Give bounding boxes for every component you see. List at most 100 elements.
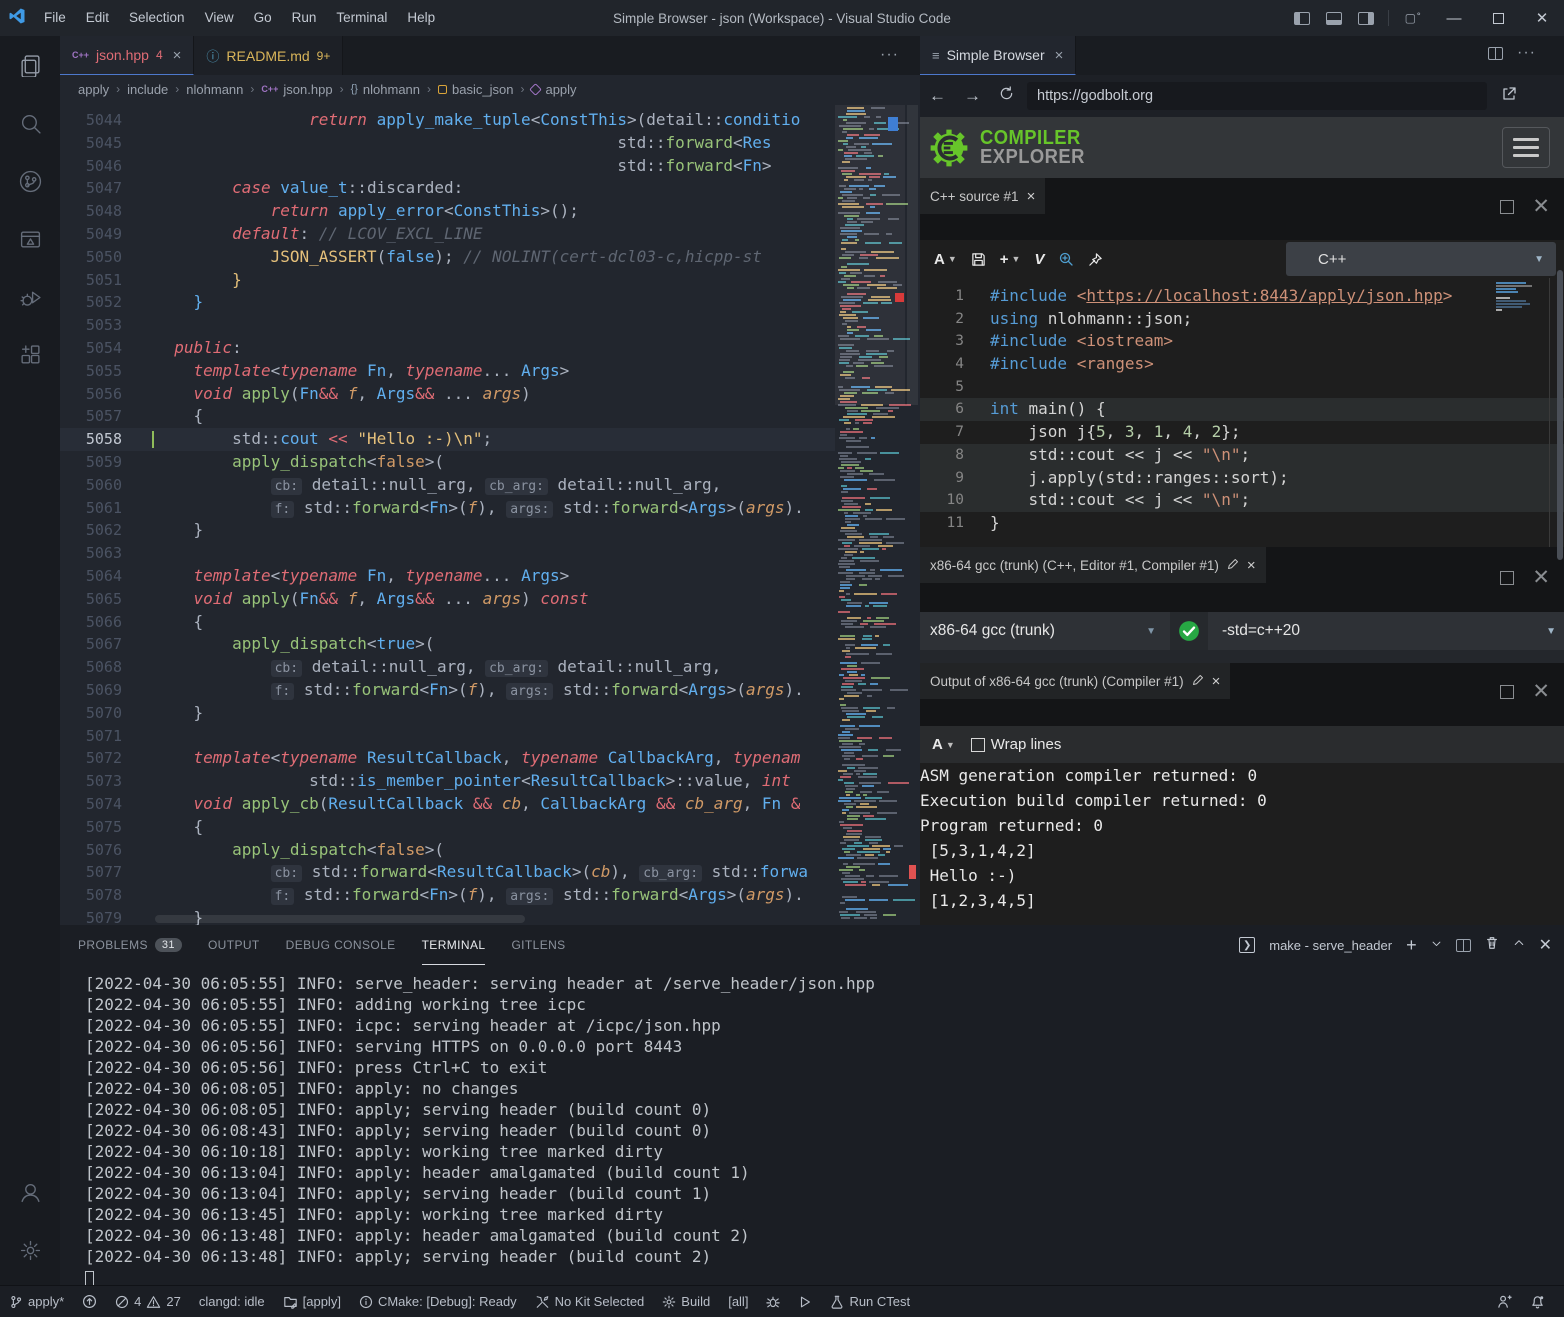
code-line-5073[interactable]: 5073 std::is_member_pointer<ResultCallba… <box>60 770 835 793</box>
compiler-pane-tab[interactable]: x86-64 gcc (trunk) (C++, Editor #1, Comp… <box>920 547 1266 583</box>
panel-tab-terminal[interactable]: TERMINAL <box>422 925 486 965</box>
customize-layout-icon[interactable]: ▢˚ <box>1405 11 1422 25</box>
tab-simple-browser[interactable]: ≡ Simple Browser × <box>920 36 1076 75</box>
build-button[interactable]: Build <box>662 1294 710 1309</box>
code-line-5065[interactable]: 5065 void apply(Fn&& f, Args&& ... args)… <box>60 588 835 611</box>
source-pane-tab[interactable]: C++ source #1 × <box>920 178 1045 214</box>
code-line-5055[interactable]: 5055 template<typename Fn, typename... A… <box>60 360 835 383</box>
save-icon[interactable] <box>971 252 986 267</box>
godbolt-line-1[interactable]: 1#include <https://localhost:8443/apply/… <box>920 285 1564 308</box>
code-line-5070[interactable]: 5070 } <box>60 702 835 725</box>
add-pane-button[interactable]: +▼ <box>1000 251 1021 268</box>
panel-tab-problems[interactable]: PROBLEMS31 <box>78 925 182 965</box>
publish-changes-icon[interactable] <box>82 1294 97 1309</box>
godbolt-line-11[interactable]: 11} <box>920 512 1564 535</box>
editor-more-actions[interactable]: ··· <box>880 46 899 64</box>
menu-go[interactable]: Go <box>244 0 282 36</box>
code-line-5052[interactable]: 5052 } <box>60 291 835 314</box>
breadcrumb[interactable]: apply›include›nlohmann›C++json.hpp›{}nlo… <box>60 75 920 103</box>
language-select[interactable]: C++ ▼ <box>1286 242 1556 276</box>
minimize-button[interactable]: — <box>1432 0 1476 36</box>
code-line-5048[interactable]: 5048 return apply_error<ConstThis>(); <box>60 200 835 223</box>
output-font-size-button[interactable]: A▼ <box>932 736 955 753</box>
code-line-5046[interactable]: 5046 std::forward<Fn> <box>60 155 835 178</box>
toggle-secondary-sidebar-icon[interactable] <box>1358 12 1374 25</box>
clangd-status[interactable]: clangd: idle <box>199 1294 265 1309</box>
godbolt-source-editor[interactable]: 1#include <https://localhost:8443/apply/… <box>920 278 1564 547</box>
menu-selection[interactable]: Selection <box>119 0 195 36</box>
wrap-lines-checkbox[interactable] <box>971 738 985 752</box>
zoom-search-icon[interactable] <box>1058 251 1074 267</box>
breadcrumb-item-nlohmann[interactable]: {}nlohmann <box>351 82 420 97</box>
close-button[interactable]: ✕ <box>1520 0 1564 36</box>
maximize-pane-icon[interactable] <box>1500 685 1514 699</box>
output-pane-tab[interactable]: Output of x86-64 gcc (trunk) (Compiler #… <box>920 663 1230 699</box>
source-control-icon[interactable] <box>0 152 60 210</box>
godbolt-line-6[interactable]: 6int main() { <box>920 398 1564 421</box>
editor-horizontal-scrollbar[interactable] <box>155 915 525 923</box>
code-line-5078[interactable]: 5078 f: std::forward<Fn>(f), args: std::… <box>60 884 835 907</box>
code-line-5050[interactable]: 5050 JSON_ASSERT(false); // NOLINT(cert-… <box>60 246 835 269</box>
code-line-5072[interactable]: 5072 template<typename ResultCallback, t… <box>60 747 835 770</box>
feedback-icon[interactable] <box>1497 1294 1512 1309</box>
code-line-5066[interactable]: 5066 { <box>60 611 835 634</box>
settings-gear-icon[interactable] <box>0 1221 60 1279</box>
maximize-panel-icon[interactable] <box>1513 936 1525 954</box>
terminal-dropdown-icon[interactable] <box>1431 936 1442 954</box>
code-line-5069[interactable]: 5069 f: std::forward<Fn>(f), args: std::… <box>60 679 835 702</box>
maximize-button[interactable] <box>1476 0 1520 36</box>
rename-pane-icon[interactable] <box>1192 674 1204 689</box>
code-line-5076[interactable]: 5076 apply_dispatch<false>( <box>60 839 835 862</box>
godbolt-scrollbar[interactable] <box>1549 278 1550 547</box>
browser-scrollbar[interactable] <box>1557 270 1563 560</box>
hamburger-menu-icon[interactable] <box>1502 127 1550 168</box>
godbolt-line-4[interactable]: 4#include <ranges> <box>920 353 1564 376</box>
close-tab-icon[interactable]: × <box>173 47 182 64</box>
extensions-icon[interactable] <box>0 326 60 384</box>
godbolt-line-8[interactable]: 8 std::cout << j << "\n"; <box>920 444 1564 467</box>
godbolt-line-2[interactable]: 2using nlohmann::json; <box>920 308 1564 331</box>
godbolt-line-5[interactable]: 5 <box>920 376 1564 399</box>
debug-icon[interactable] <box>0 268 60 326</box>
menu-file[interactable]: File <box>34 0 76 36</box>
menu-edit[interactable]: Edit <box>76 0 119 36</box>
maximize-pane-icon[interactable] <box>1500 571 1514 585</box>
code-line-5075[interactable]: 5075 { <box>60 816 835 839</box>
problems-status[interactable]: 4 27 <box>115 1294 181 1309</box>
code-line-5044[interactable]: 5044 return apply_make_tuple<ConstThis>(… <box>60 109 835 132</box>
code-line-5063[interactable]: 5063 <box>60 542 835 565</box>
code-line-5062[interactable]: 5062 } <box>60 519 835 542</box>
breadcrumb-item-apply[interactable]: apply <box>531 82 576 97</box>
close-pane-icon[interactable]: ✕ <box>1532 685 1550 699</box>
git-branch-status[interactable]: apply* <box>9 1294 64 1309</box>
more-actions-icon[interactable]: ··· <box>1517 44 1536 62</box>
code-line-5059[interactable]: 5059 apply_dispatch<false>( <box>60 451 835 474</box>
close-tab-icon[interactable]: × <box>1055 47 1064 64</box>
kit-selection-status[interactable]: No Kit Selected <box>535 1294 645 1309</box>
build-target[interactable]: [all] <box>728 1294 748 1309</box>
code-line-5071[interactable]: 5071 <box>60 725 835 748</box>
close-pane-icon[interactable]: ✕ <box>1532 200 1550 214</box>
editor-scrollbar[interactable] <box>905 103 920 925</box>
tab-readme-md[interactable]: ⓘREADME.md9+ <box>194 36 343 75</box>
account-icon[interactable] <box>0 1163 60 1221</box>
menu-view[interactable]: View <box>195 0 244 36</box>
menu-run[interactable]: Run <box>282 0 327 36</box>
open-external-icon[interactable] <box>1501 86 1517 107</box>
breadcrumb-item-nlohmann[interactable]: nlohmann <box>186 82 243 97</box>
cmake-panel-icon[interactable] <box>0 210 60 268</box>
code-line-5054[interactable]: 5054 public: <box>60 337 835 360</box>
reload-icon[interactable] <box>999 86 1014 106</box>
code-line-5056[interactable]: 5056 void apply(Fn&& f, Args&& ... args) <box>60 383 835 406</box>
panel-tab-gitlens[interactable]: GITLENS <box>511 925 565 965</box>
godbolt-line-10[interactable]: 10 std::cout << j << "\n"; <box>920 489 1564 512</box>
cmake-status[interactable]: CMake: [Debug]: Ready <box>359 1294 517 1309</box>
new-terminal-icon[interactable]: + <box>1406 935 1417 956</box>
url-input[interactable]: https://godbolt.org <box>1027 82 1487 110</box>
code-line-5061[interactable]: 5061 f: std::forward<Fn>(f), args: std::… <box>60 497 835 520</box>
breadcrumb-item-json.hpp[interactable]: C++json.hpp <box>261 82 332 97</box>
panel-tab-debug-console[interactable]: DEBUG CONSOLE <box>286 925 396 965</box>
godbolt-line-9[interactable]: 9 j.apply(std::ranges::sort); <box>920 467 1564 490</box>
compiler-select[interactable]: x86-64 gcc (trunk) ▼ <box>930 622 1170 640</box>
pin-icon[interactable] <box>1088 252 1103 267</box>
